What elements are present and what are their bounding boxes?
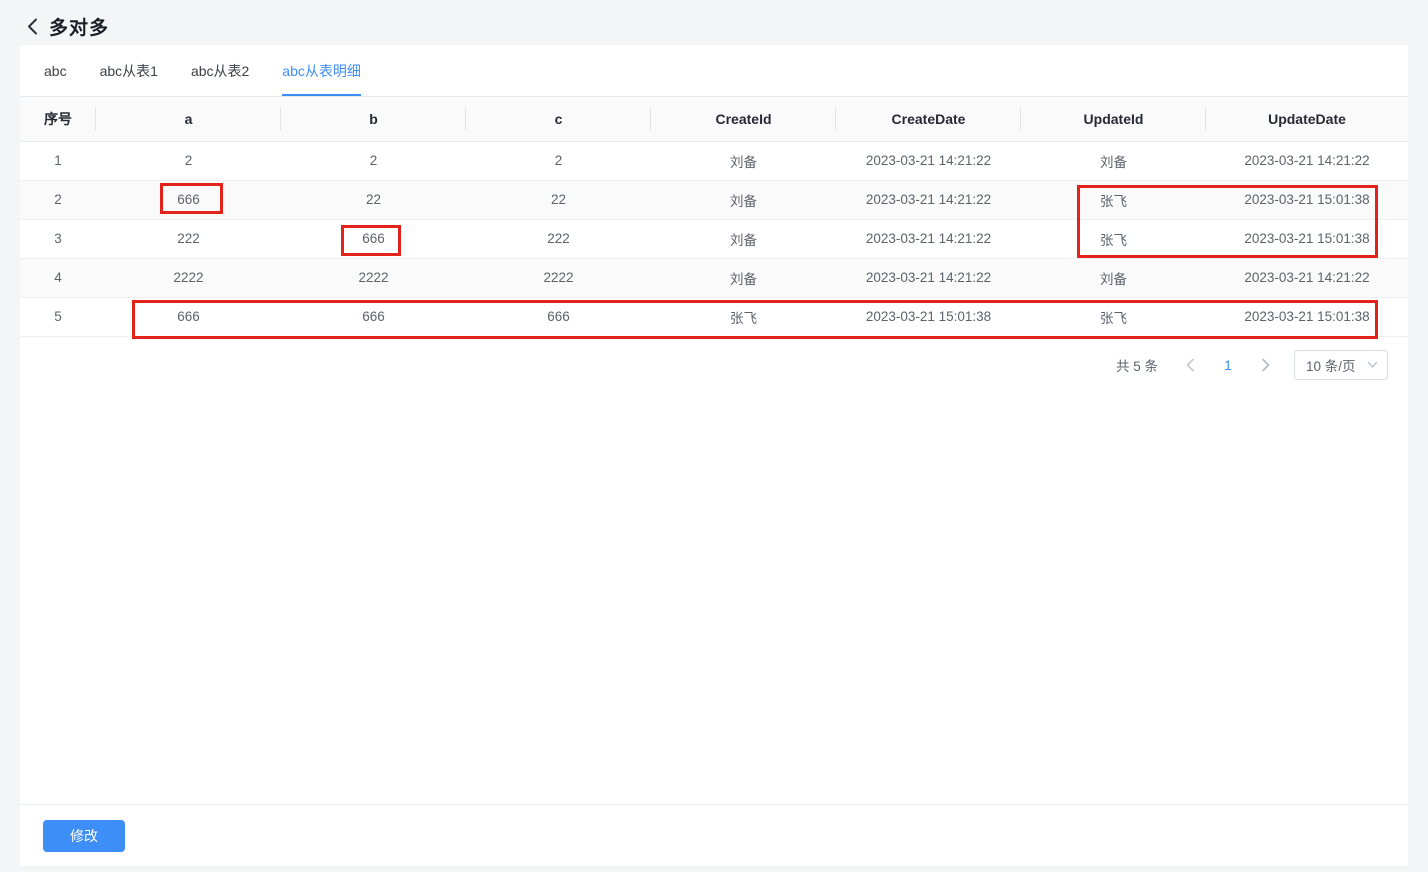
- table-cell: 2222: [281, 258, 466, 297]
- table-cell: 222: [96, 219, 281, 258]
- data-table: 序号 a b c CreateId CreateDate UpdateId Up…: [20, 97, 1408, 337]
- table-cell: 2: [96, 141, 281, 180]
- table-row[interactable]: 4 2222 2222 2222 刘备 2023-03-21 14:21:22 …: [20, 258, 1408, 297]
- column-header-createid: CreateId: [651, 97, 836, 141]
- column-header-index: 序号: [20, 97, 96, 141]
- tab-abc-congbiao1[interactable]: abc从表1: [100, 45, 158, 96]
- table-cell: 2222: [96, 258, 281, 297]
- pagination-prev-button[interactable]: [1174, 349, 1206, 381]
- footer-divider: [20, 804, 1408, 805]
- page-size-select[interactable]: 10 条/页: [1294, 350, 1388, 380]
- table-row[interactable]: 1 2 2 2 刘备 2023-03-21 14:21:22 刘备 2023-0…: [20, 141, 1408, 180]
- tab-label: abc从表明细: [282, 61, 361, 81]
- table-cell: 2023-03-21 15:01:38: [1206, 297, 1408, 336]
- table-cell: 2023-03-21 14:21:22: [836, 180, 1021, 219]
- table-header-row: 序号 a b c CreateId CreateDate UpdateId Up…: [20, 97, 1408, 141]
- table-row[interactable]: 5 666 666 666 张飞 2023-03-21 15:01:38 张飞 …: [20, 297, 1408, 336]
- table-cell: 2023-03-21 15:01:38: [1206, 180, 1408, 219]
- tab-label: abc: [44, 63, 67, 79]
- pagination-next-button[interactable]: [1250, 349, 1282, 381]
- table-cell: 22: [281, 180, 466, 219]
- content-card: abc abc从表1 abc从表2 abc从表明细 序号 a b c Creat…: [20, 45, 1408, 866]
- modify-button[interactable]: 修改: [43, 820, 125, 852]
- table-cell: 刘备: [1021, 258, 1206, 297]
- column-header-createdate: CreateDate: [836, 97, 1021, 141]
- table-cell: 4: [20, 258, 96, 297]
- table-cell: 张飞: [651, 297, 836, 336]
- column-header-b: b: [281, 97, 466, 141]
- tab-label: abc从表2: [191, 61, 249, 81]
- table-cell: 222: [466, 219, 651, 258]
- table-cell: 2023-03-21 15:01:38: [1206, 219, 1408, 258]
- table-cell: 2: [281, 141, 466, 180]
- table-cell: 666: [281, 297, 466, 336]
- table-cell: 2023-03-21 14:21:22: [1206, 258, 1408, 297]
- table-cell: 张飞: [1021, 180, 1206, 219]
- table-cell: 2023-03-21 14:21:22: [836, 258, 1021, 297]
- table-row[interactable]: 2 666 22 22 刘备 2023-03-21 14:21:22 张飞 20…: [20, 180, 1408, 219]
- table-row[interactable]: 3 222 666 222 刘备 2023-03-21 14:21:22 张飞 …: [20, 219, 1408, 258]
- pagination-total: 共 5 条: [1116, 355, 1158, 375]
- table-cell: 刘备: [651, 141, 836, 180]
- page-header: 多对多: [27, 12, 109, 40]
- table-cell: 张飞: [1021, 219, 1206, 258]
- tab-abc-congbiao-mingxi[interactable]: abc从表明细: [282, 45, 361, 96]
- table-cell: 2023-03-21 14:21:22: [836, 219, 1021, 258]
- table-cell: 刘备: [651, 219, 836, 258]
- column-header-a: a: [96, 97, 281, 141]
- table-cell: 2023-03-21 14:21:22: [836, 141, 1021, 180]
- table-cell: 5: [20, 297, 96, 336]
- column-header-updatedate: UpdateDate: [1206, 97, 1408, 141]
- table-cell: 2023-03-21 15:01:38: [836, 297, 1021, 336]
- table-cell: 刘备: [651, 180, 836, 219]
- table-cell: 3: [20, 219, 96, 258]
- table-cell: 2: [20, 180, 96, 219]
- table-cell: 2: [466, 141, 651, 180]
- tab-abc[interactable]: abc: [44, 45, 67, 96]
- table-cell: 2023-03-21 14:21:22: [1206, 141, 1408, 180]
- table-cell: 666: [96, 297, 281, 336]
- table-cell: 22: [466, 180, 651, 219]
- column-header-updateid: UpdateId: [1021, 97, 1206, 141]
- table-cell: 张飞: [1021, 297, 1206, 336]
- table-cell: 1: [20, 141, 96, 180]
- chevron-down-icon: [1367, 361, 1378, 369]
- back-chevron-icon[interactable]: [27, 18, 38, 35]
- page-title: 多对多: [49, 13, 109, 40]
- table-cell: 刘备: [1021, 141, 1206, 180]
- table-cell: 666: [96, 180, 281, 219]
- tab-bar: abc abc从表1 abc从表2 abc从表明细: [20, 45, 1408, 97]
- table-cell: 2222: [466, 258, 651, 297]
- table-cell: 刘备: [651, 258, 836, 297]
- tab-abc-congbiao2[interactable]: abc从表2: [191, 45, 249, 96]
- pagination: 共 5 条 1 10 条/页: [20, 349, 1408, 381]
- table-cell: 666: [466, 297, 651, 336]
- pagination-current-page[interactable]: 1: [1210, 349, 1246, 381]
- page-size-label: 10 条/页: [1306, 355, 1356, 375]
- column-header-c: c: [466, 97, 651, 141]
- tab-label: abc从表1: [100, 61, 158, 81]
- table-cell: 666: [281, 219, 466, 258]
